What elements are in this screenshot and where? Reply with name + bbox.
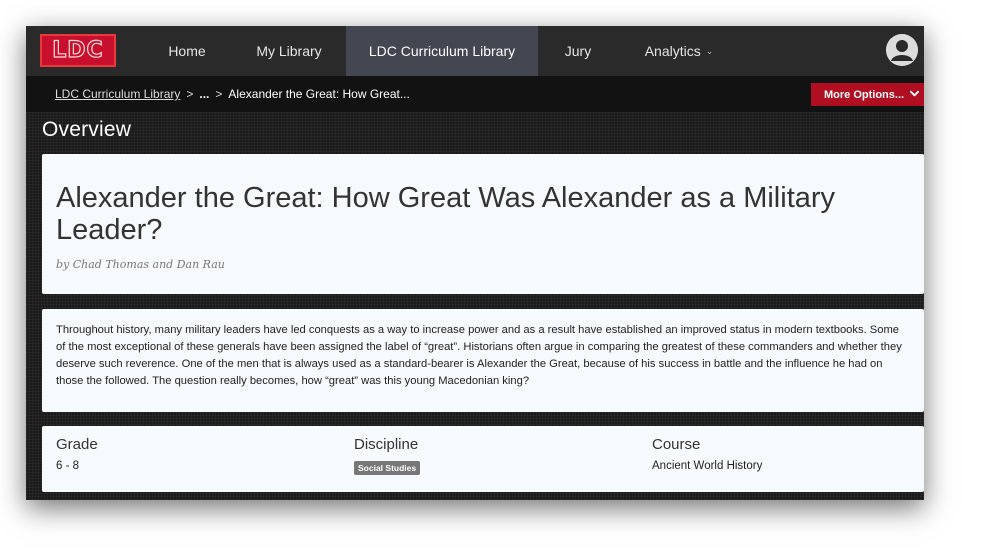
nav-my-library[interactable]: My Library [246,26,332,76]
chevron-down-icon: ⌄ [705,45,714,56]
nav-home-label: Home [168,43,206,59]
breadcrumb-root-link[interactable]: LDC Curriculum Library [55,87,180,101]
discipline-badge: Social Studies [354,461,421,475]
details-card: Grade 6 - 8 Discipline Social Studies Co… [42,426,924,492]
more-options-label: More Options... [824,88,905,101]
nav-jury-label: Jury [564,43,592,59]
module-title: Alexander the Great: How Great Was Alexa… [56,182,836,246]
nav-analytics-label: Analytics [644,43,701,59]
breadcrumb: LDC Curriculum Library > ... > Alexander… [55,76,410,112]
app-window: LDC Home My Library LDC Curriculum Libra… [26,26,924,500]
course-label: Course [652,436,701,453]
breadcrumb-separator: > [186,87,194,101]
more-options-button[interactable]: More Options... [811,83,924,106]
grade-field: Grade 6 - 8 [56,436,98,472]
user-avatar-icon[interactable] [886,34,918,66]
nav-ldc-curriculum-library[interactable]: LDC Curriculum Library [346,26,538,76]
discipline-label: Discipline [354,436,419,453]
chevron-down-icon [909,90,920,97]
grade-value: 6 - 8 [56,460,80,472]
nav-my-library-label: My Library [256,43,322,59]
title-card: Alexander the Great: How Great Was Alexa… [42,154,924,294]
logo-text: LDC [52,37,104,63]
description-card: Throughout history, many military leader… [42,309,924,412]
breadcrumb-ellipsis[interactable]: ... [199,87,209,101]
nav-analytics[interactable]: Analytics ⌄ [632,26,726,76]
course-field: Course Ancient World History [652,436,762,472]
nav-home[interactable]: Home [158,26,216,76]
discipline-field: Discipline Social Studies [354,436,421,476]
grade-label: Grade [56,436,98,453]
top-navigation: LDC Home My Library LDC Curriculum Libra… [26,26,924,76]
module-byline: by Chad Thomas and Dan Rau [56,258,225,271]
nav-ldc-curriculum-library-label: LDC Curriculum Library [368,43,516,59]
nav-jury[interactable]: Jury [558,26,598,76]
section-title: Overview [42,118,132,141]
module-description: Throughout history, many military leader… [56,324,902,387]
ldc-logo[interactable]: LDC [40,34,116,67]
course-value: Ancient World History [652,460,763,472]
breadcrumb-bar: LDC Curriculum Library > ... > Alexander… [26,76,924,112]
breadcrumb-current: Alexander the Great: How Great... [228,87,410,101]
breadcrumb-separator: > [215,87,223,101]
